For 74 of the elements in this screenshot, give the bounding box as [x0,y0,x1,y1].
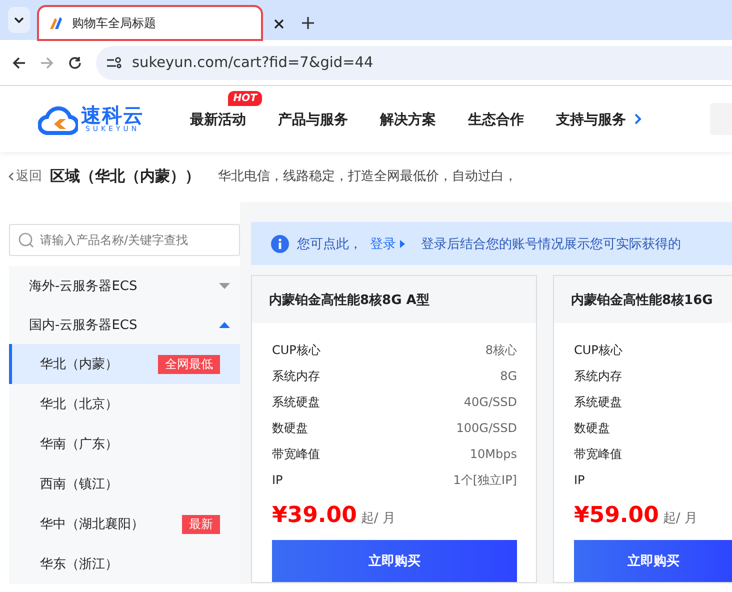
spec-label: 系统内存 [574,368,622,384]
nav-item[interactable]: 支持与服务 [556,111,626,129]
spec-value: 8G [500,369,517,383]
product-name: 内蒙铂金高性能8核8G A型 [252,276,536,323]
spec-label: 系统硬盘 [272,394,320,410]
region-label: 华北（内蒙） [40,356,118,373]
site-settings-icon [106,56,122,70]
region-tag: 最新 [182,514,220,534]
spec-label: CUP核心 [574,342,622,358]
product-search-field[interactable]: 请输入产品名称/关键字查找 [9,224,240,256]
spec-label: 系统内存 [272,368,320,384]
nav-item[interactable]: 生态合作 [468,111,524,129]
region-label: 华中（湖北襄阳） [40,516,144,533]
region-item[interactable]: 西南（镇江） [9,464,240,504]
forward-arrow-icon [40,56,54,70]
hot-badge: HOT [228,91,262,106]
region-title: 区域（华北（内蒙）） [50,166,200,186]
spec-label: IP [272,473,283,487]
product-name: 内蒙铂金高性能8核16G [554,276,732,323]
spec-label: 数硬盘 [272,420,308,436]
nav-item[interactable]: 解决方案 [380,111,436,129]
price: ¥39.00 [272,503,357,528]
buy-button[interactable]: 立即购买 [574,540,732,582]
region-label: 华北（北京） [40,396,118,413]
address-bar[interactable]: sukeyun.com/cart?fid=7&gid=44 [96,46,732,80]
chevron-left-icon [8,172,14,180]
nav-item[interactable]: 最新活动 [190,111,246,129]
back-button[interactable] [12,56,26,70]
chevron-down-icon [14,17,24,23]
spec-label: 带宽峰值 [272,446,320,462]
close-icon [274,19,284,29]
plus-icon [302,17,314,29]
region-description: 华北电信，线路稳定，打造全网最低价，自动过白， [218,168,517,185]
menu-group[interactable]: 国内-云服务器ECS [9,305,240,344]
back-arrow-icon [12,56,26,70]
price-unit: 起/ 月 [360,510,396,527]
tab-title: 购物车全局标题 [72,14,157,32]
region-item[interactable]: 华北（内蒙） 全网最低 [9,344,240,384]
region-item[interactable]: 华中（湖北襄阳） 最新 [9,504,240,544]
logo-text: 速科云 [81,104,144,125]
region-label: 华东（浙江） [40,556,118,573]
spec-label: 数硬盘 [574,420,610,436]
tab-list-button[interactable] [8,7,30,33]
back-link[interactable]: 返回 [8,167,42,185]
chevron-right-icon[interactable] [634,113,642,125]
notice-prefix: 您可点此， [297,236,362,252]
nav-item[interactable]: 产品与服务 [278,111,348,129]
spec-value: 100G/SSD [456,421,517,435]
region-item[interactable]: 华东（浙江） [9,544,240,584]
buy-button[interactable]: 立即购买 [272,540,517,582]
triangle-right-icon [400,240,405,248]
favicon-icon [48,15,64,31]
region-tag: 全网最低 [158,354,220,374]
region-label: 华南（广东） [40,436,118,453]
spec-value: 1个[独立IP] [453,472,517,488]
spec-label: CUP核心 [272,342,320,358]
spec-value: 10Mbps [470,447,517,461]
spec-label: IP [574,473,585,487]
spec-label: 系统硬盘 [574,394,622,410]
spec-label: 带宽峰值 [574,446,622,462]
reload-button[interactable] [68,56,82,70]
price: ¥59.00 [574,503,659,528]
reload-icon [68,56,82,70]
info-icon [271,234,289,252]
login-link[interactable]: 登录 [370,234,405,252]
menu-group[interactable]: 海外-云服务器ECS [9,266,240,305]
region-item[interactable]: 华南（广东） [9,424,240,464]
region-item[interactable]: 华北（北京） [9,384,240,424]
region-label: 西南（镇江） [40,476,118,493]
spec-value: 40G/SSD [464,395,517,409]
spec-value: 8核心 [485,342,517,358]
browser-tab[interactable]: 购物车全局标题 [38,6,262,40]
price-unit: 起/ 月 [662,510,698,527]
notice-text: 登录后结合您的账号情况展示您可实际获得的 [421,236,681,252]
